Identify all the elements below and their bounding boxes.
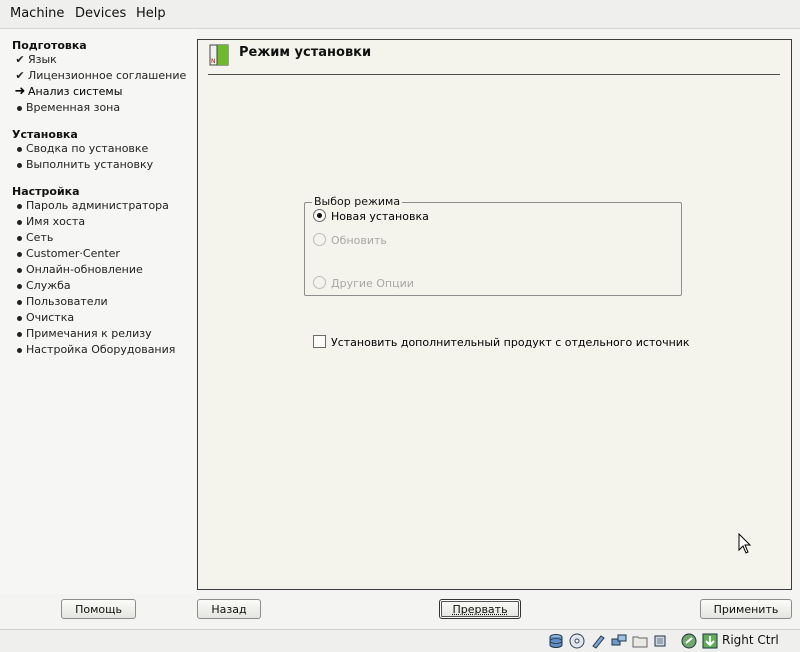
sidebar-step-language: ✔ Язык [15,53,57,66]
bullet-icon [17,219,22,225]
radio-new-installation[interactable]: Новая установка [313,209,429,225]
bullet-icon [17,235,22,241]
help-button[interactable]: Помощь [61,599,136,619]
sidebar-step-cleanup: Очистка [14,310,74,326]
sidebar-section-title: Настройка [12,185,80,198]
accept-button[interactable]: Применить [700,599,792,619]
sidebar-section-title: Подготовка [12,39,87,52]
sidebar-step-hostname: Имя хоста [14,214,85,230]
cpu-icon[interactable] [652,633,668,649]
checkbox[interactable] [313,335,326,348]
radio-button[interactable] [313,209,326,222]
hard-disk-icon[interactable] [548,633,564,649]
menu-machine[interactable]: Machine [10,6,64,21]
sidebar-section-title: Установка [12,128,78,141]
checkmark-icon: ✔ [15,53,25,66]
network-icon[interactable] [611,633,627,649]
bullet-icon [17,283,22,289]
bullet-icon [17,331,22,337]
svg-text:N: N [211,58,216,65]
optical-disc-icon[interactable] [569,633,585,649]
mode-groupbox: Выбор режима Новая установка Обновить Др… [304,195,682,296]
page-title: Режим установки [239,45,372,60]
radio-update[interactable]: Обновить [313,233,387,249]
bullet-icon [17,347,22,353]
main-panel: N Режим установки Выбор режима Новая уст… [197,39,792,590]
sidebar-step-root-password: Пароль администратора [14,198,169,214]
bullet-icon [17,251,22,257]
radio-button[interactable] [313,233,326,246]
sidebar-step-users: Пользователи [14,294,108,310]
sidebar-step-perform: Выполнить установку [14,157,153,173]
title-separator [208,74,780,75]
menu-devices[interactable]: Devices [75,6,126,21]
installer-window: Подготовка ✔ Язык ✔ Лицензионное соглашени… [0,29,800,629]
bullet-icon [17,162,22,168]
sidebar-step-customer-center: Customer·Center [14,246,120,262]
status-bar: Right Ctrl [0,629,800,652]
bullet-icon [17,146,22,152]
groupbox-title: Выбор режима [312,195,403,208]
sidebar-step-timezone: Временная зона [14,100,120,116]
addon-product-checkbox[interactable]: Установить дополнительный продукт с отде… [313,335,690,351]
radio-other-options[interactable]: Другие Опции [313,276,414,292]
sidebar-step-hardware: Настройка Оборудования [14,342,175,358]
menu-help[interactable]: Help [136,6,166,21]
bullet-icon [17,299,22,305]
sidebar-step-online-update: Онлайн-обновление [14,262,143,278]
radio-button[interactable] [313,276,326,289]
steps-sidebar: Подготовка ✔ Язык ✔ Лицензионное соглашени… [0,29,196,594]
bullet-icon [17,315,22,321]
back-button[interactable]: Назад [197,599,261,619]
installation-mode-icon: N [209,44,229,66]
bullet-icon [17,105,22,111]
bullet-icon [17,203,22,209]
arrow-right-icon: ➜ [14,84,26,99]
usb-icon[interactable] [590,633,606,649]
checkmark-icon: ✔ [15,69,25,82]
sidebar-step-system-analysis: ➜ Анализ системы [14,84,123,99]
sidebar-step-network: Сеть [14,230,53,246]
host-key-label: Right Ctrl [722,633,779,647]
bullet-icon [17,267,22,273]
menubar: Machine Devices Help [0,0,800,29]
shared-folder-icon[interactable] [632,633,648,649]
sidebar-step-service: Служба [14,278,71,294]
mouse-pointer-icon [738,533,752,554]
abort-button[interactable]: Прервать [439,599,521,619]
sidebar-step-release-notes: Примечания к релизу [14,326,152,342]
keyboard-capture-icon[interactable] [702,633,718,649]
sidebar-step-summary: Сводка по установке [14,141,148,157]
sidebar-step-license: ✔ Лицензионное соглашение [15,69,187,82]
mouse-integration-icon[interactable] [681,633,697,649]
